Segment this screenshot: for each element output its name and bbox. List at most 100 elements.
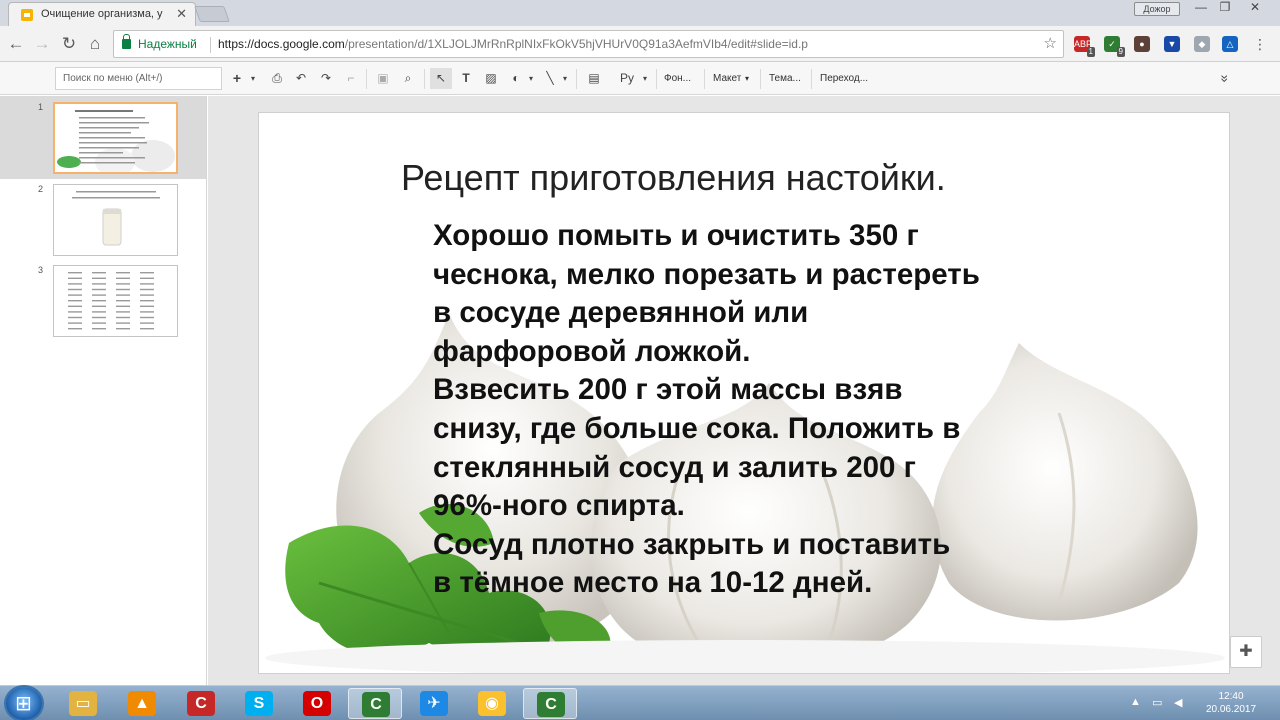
diamond-extension-icon[interactable]: ◆ — [1194, 36, 1210, 52]
network-icon[interactable]: ▭ — [1152, 696, 1162, 709]
bookmark-star-icon[interactable]: ☆ — [1044, 34, 1057, 52]
table-cell-mark — [68, 328, 82, 330]
comment-icon[interactable]: ▤ — [584, 68, 604, 89]
taskbar-app-camtasia[interactable]: C — [348, 688, 402, 719]
body-line: фарфоровой ложкой. — [433, 334, 751, 368]
drive-extension-icon[interactable]: △ — [1222, 36, 1238, 52]
abp-extension-icon[interactable]: ABP 1 — [1074, 36, 1095, 57]
close-window-button[interactable]: ✕ — [1240, 0, 1270, 16]
body-line: в тёмное место на 10-12 дней. — [433, 566, 873, 600]
taskbar-app-opera[interactable]: O — [290, 688, 344, 719]
theme-button[interactable]: Тема... — [769, 69, 801, 89]
layout-button[interactable]: Макет — [713, 69, 741, 89]
line-dropdown-icon[interactable]: ▾ — [560, 68, 570, 89]
volume-icon[interactable]: ◀ — [1174, 696, 1182, 709]
print-icon[interactable]: ⎙ — [268, 68, 286, 89]
maximize-button[interactable]: ❐ — [1210, 0, 1240, 16]
slides-favicon-icon — [21, 9, 33, 21]
forward-icon[interactable]: → — [32, 34, 52, 54]
start-button[interactable] — [6, 687, 42, 720]
tab-close-icon[interactable]: ✕ — [176, 6, 187, 22]
shape-icon[interactable]: ◐ — [506, 68, 526, 89]
table-cell-mark — [116, 328, 130, 330]
table-cell-mark — [68, 277, 82, 279]
undo-icon[interactable]: ↶ — [292, 68, 310, 89]
reload-icon[interactable]: ↻ — [59, 34, 79, 54]
url-host: https://docs.google.com — [218, 37, 345, 51]
profile-button[interactable]: Дожор — [1134, 2, 1180, 16]
image-icon[interactable]: ▨ — [481, 68, 501, 89]
transition-button[interactable]: Переход... — [820, 69, 868, 89]
fit-icon[interactable]: ▣ — [374, 68, 392, 89]
slide-body-text[interactable]: Хорошо помыть и очистить 350 г чеснока, … — [433, 217, 1053, 603]
line-icon[interactable]: ╲ — [540, 68, 560, 89]
url-path: /presentation/d/1XLJOLJMrRnRplNIxFkOkV5h… — [344, 37, 808, 51]
text-box-icon[interactable]: T — [456, 68, 476, 89]
table-cell-mark — [92, 305, 106, 307]
table-cell-mark — [116, 277, 130, 279]
shield-green-extension-icon[interactable]: ✓ 9 — [1104, 36, 1125, 57]
taskbar-app-camtasia-2[interactable]: C — [523, 688, 577, 719]
toolbar-separator — [366, 69, 367, 89]
chrome-icon: ◉ — [478, 691, 506, 716]
taskbar-app-cleaner[interactable]: C — [174, 688, 228, 719]
menu-search-input[interactable]: Поиск по меню (Alt+/) — [55, 67, 222, 90]
table-cell-mark — [116, 322, 130, 324]
body-line: 96%-ного спирта. — [433, 489, 685, 523]
collapse-toolbar-icon[interactable]: » — [1215, 70, 1236, 88]
redo-icon[interactable]: ↷ — [317, 68, 335, 89]
slide-title[interactable]: Рецепт приготовления настойки. — [401, 157, 946, 199]
slide-thumbnail-3[interactable] — [53, 265, 178, 337]
taskbar-app-vlc[interactable]: ▲ — [115, 688, 169, 719]
home-icon[interactable]: ⌂ — [85, 34, 105, 54]
table-cell-mark — [116, 311, 130, 313]
paint-format-icon[interactable]: ⌐ — [342, 68, 360, 89]
layout-dropdown-icon[interactable]: ▾ — [745, 69, 749, 89]
tray-expand-icon[interactable]: ▲ — [1130, 696, 1141, 708]
body-line: Сосуд плотно закрыть и поставить — [433, 527, 951, 561]
input-tools-button[interactable]: Ру — [614, 68, 640, 89]
shape-dropdown-icon[interactable]: ▾ — [526, 68, 536, 89]
new-slide-dropdown-icon[interactable]: ▾ — [247, 68, 259, 89]
select-cursor-icon[interactable]: ↖ — [430, 68, 452, 89]
system-clock[interactable]: 12:40 20.06.2017 — [1196, 690, 1266, 716]
slide-thumbnail-2[interactable] — [53, 184, 178, 256]
fox-extension-icon[interactable]: ● — [1134, 36, 1150, 52]
clock-time: 12:40 — [1218, 691, 1244, 702]
shield-blue-extension-icon[interactable]: ▼ — [1164, 36, 1180, 52]
taskbar-app-chrome[interactable]: ◉ — [465, 688, 519, 719]
toolbar-separator — [576, 69, 577, 89]
back-icon[interactable]: ← — [6, 34, 26, 54]
explore-icon[interactable]: ✚ — [1230, 636, 1262, 668]
background-button[interactable]: Фон... — [664, 69, 691, 89]
toolbar-separator — [656, 69, 657, 89]
slide-canvas: Рецепт приготовления настойки. Хорошо по… — [208, 96, 1280, 685]
input-tools-dropdown-icon[interactable]: ▾ — [640, 68, 650, 89]
browser-tab[interactable]: Очищение организма, у ✕ — [8, 2, 196, 26]
toolbar-separator — [424, 69, 425, 89]
table-cell-mark — [116, 288, 130, 291]
toolbar-separator — [760, 69, 761, 89]
new-slide-button[interactable]: + — [227, 68, 247, 89]
table-cell-mark — [140, 294, 154, 296]
taskbar-app-telegram-like[interactable]: ✈ — [407, 688, 461, 719]
address-bar[interactable]: Надежный https://docs.google.com/present… — [113, 30, 1064, 58]
table-cell-mark — [140, 288, 154, 291]
zoom-icon[interactable]: ⌕ — [399, 68, 417, 89]
taskbar-app-explorer[interactable]: ▭ — [56, 688, 110, 719]
table-cell-mark — [92, 311, 106, 313]
explorer-icon: ▭ — [69, 691, 97, 716]
table-cell-mark — [68, 288, 82, 291]
table-cell-mark — [140, 328, 154, 330]
new-tab-button[interactable] — [194, 6, 230, 22]
table-cell-mark — [140, 283, 154, 285]
toolbar-separator — [704, 69, 705, 89]
table-cell-mark — [68, 322, 82, 324]
table-cell-mark — [140, 300, 154, 302]
address-separator — [210, 37, 211, 53]
telegram-like-icon: ✈ — [420, 691, 448, 716]
slide-1[interactable]: Рецепт приготовления настойки. Хорошо по… — [258, 112, 1230, 674]
menu-extension-icon[interactable]: ⋮ — [1252, 36, 1268, 52]
taskbar-app-skype[interactable]: S — [232, 688, 286, 719]
slide-thumbnail-1[interactable] — [53, 102, 178, 174]
